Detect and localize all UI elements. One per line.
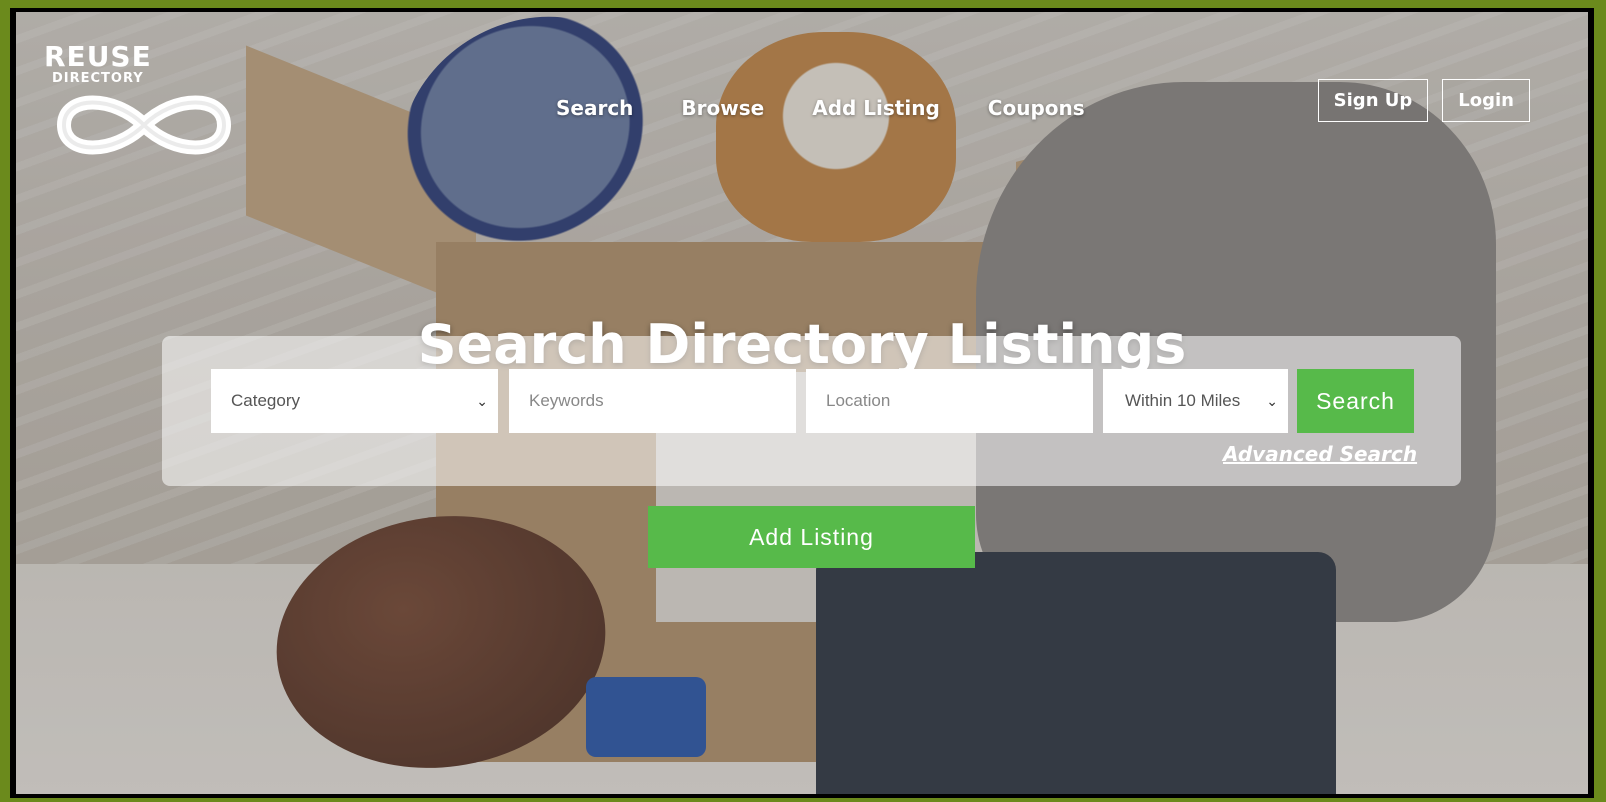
- add-listing-button[interactable]: Add Listing: [648, 506, 975, 568]
- advanced-search-link[interactable]: Advanced Search: [1223, 442, 1417, 466]
- category-selected: Category: [231, 391, 300, 410]
- site-logo[interactable]: REUSE DIRECTORY: [44, 40, 244, 160]
- signup-button[interactable]: Sign Up: [1317, 79, 1429, 122]
- main-nav: Search Browse Add Listing Coupons: [556, 96, 1133, 120]
- radius-selected: Within 10 Miles: [1125, 391, 1241, 410]
- keywords-input[interactable]: Keywords: [509, 369, 796, 433]
- keywords-placeholder: Keywords: [529, 391, 604, 410]
- auth-buttons: Sign Up Login: [1317, 79, 1530, 122]
- nav-coupons[interactable]: Coupons: [988, 96, 1085, 120]
- nav-browse[interactable]: Browse: [681, 96, 764, 120]
- nav-search[interactable]: Search: [556, 96, 633, 120]
- chevron-down-icon: ⌄: [476, 392, 488, 409]
- location-placeholder: Location: [826, 391, 891, 410]
- login-button[interactable]: Login: [1442, 79, 1530, 122]
- chevron-down-icon: ⌄: [1266, 392, 1278, 409]
- radius-select[interactable]: Within 10 Miles ⌄: [1103, 369, 1288, 433]
- category-select[interactable]: Category ⌄: [211, 369, 498, 433]
- infinity-icon: [56, 95, 232, 155]
- location-input[interactable]: Location: [806, 369, 1093, 433]
- hero-section: REUSE DIRECTORY Search Browse Add Listin…: [16, 12, 1588, 794]
- search-button[interactable]: Search: [1297, 369, 1414, 433]
- nav-add-listing[interactable]: Add Listing: [812, 96, 940, 120]
